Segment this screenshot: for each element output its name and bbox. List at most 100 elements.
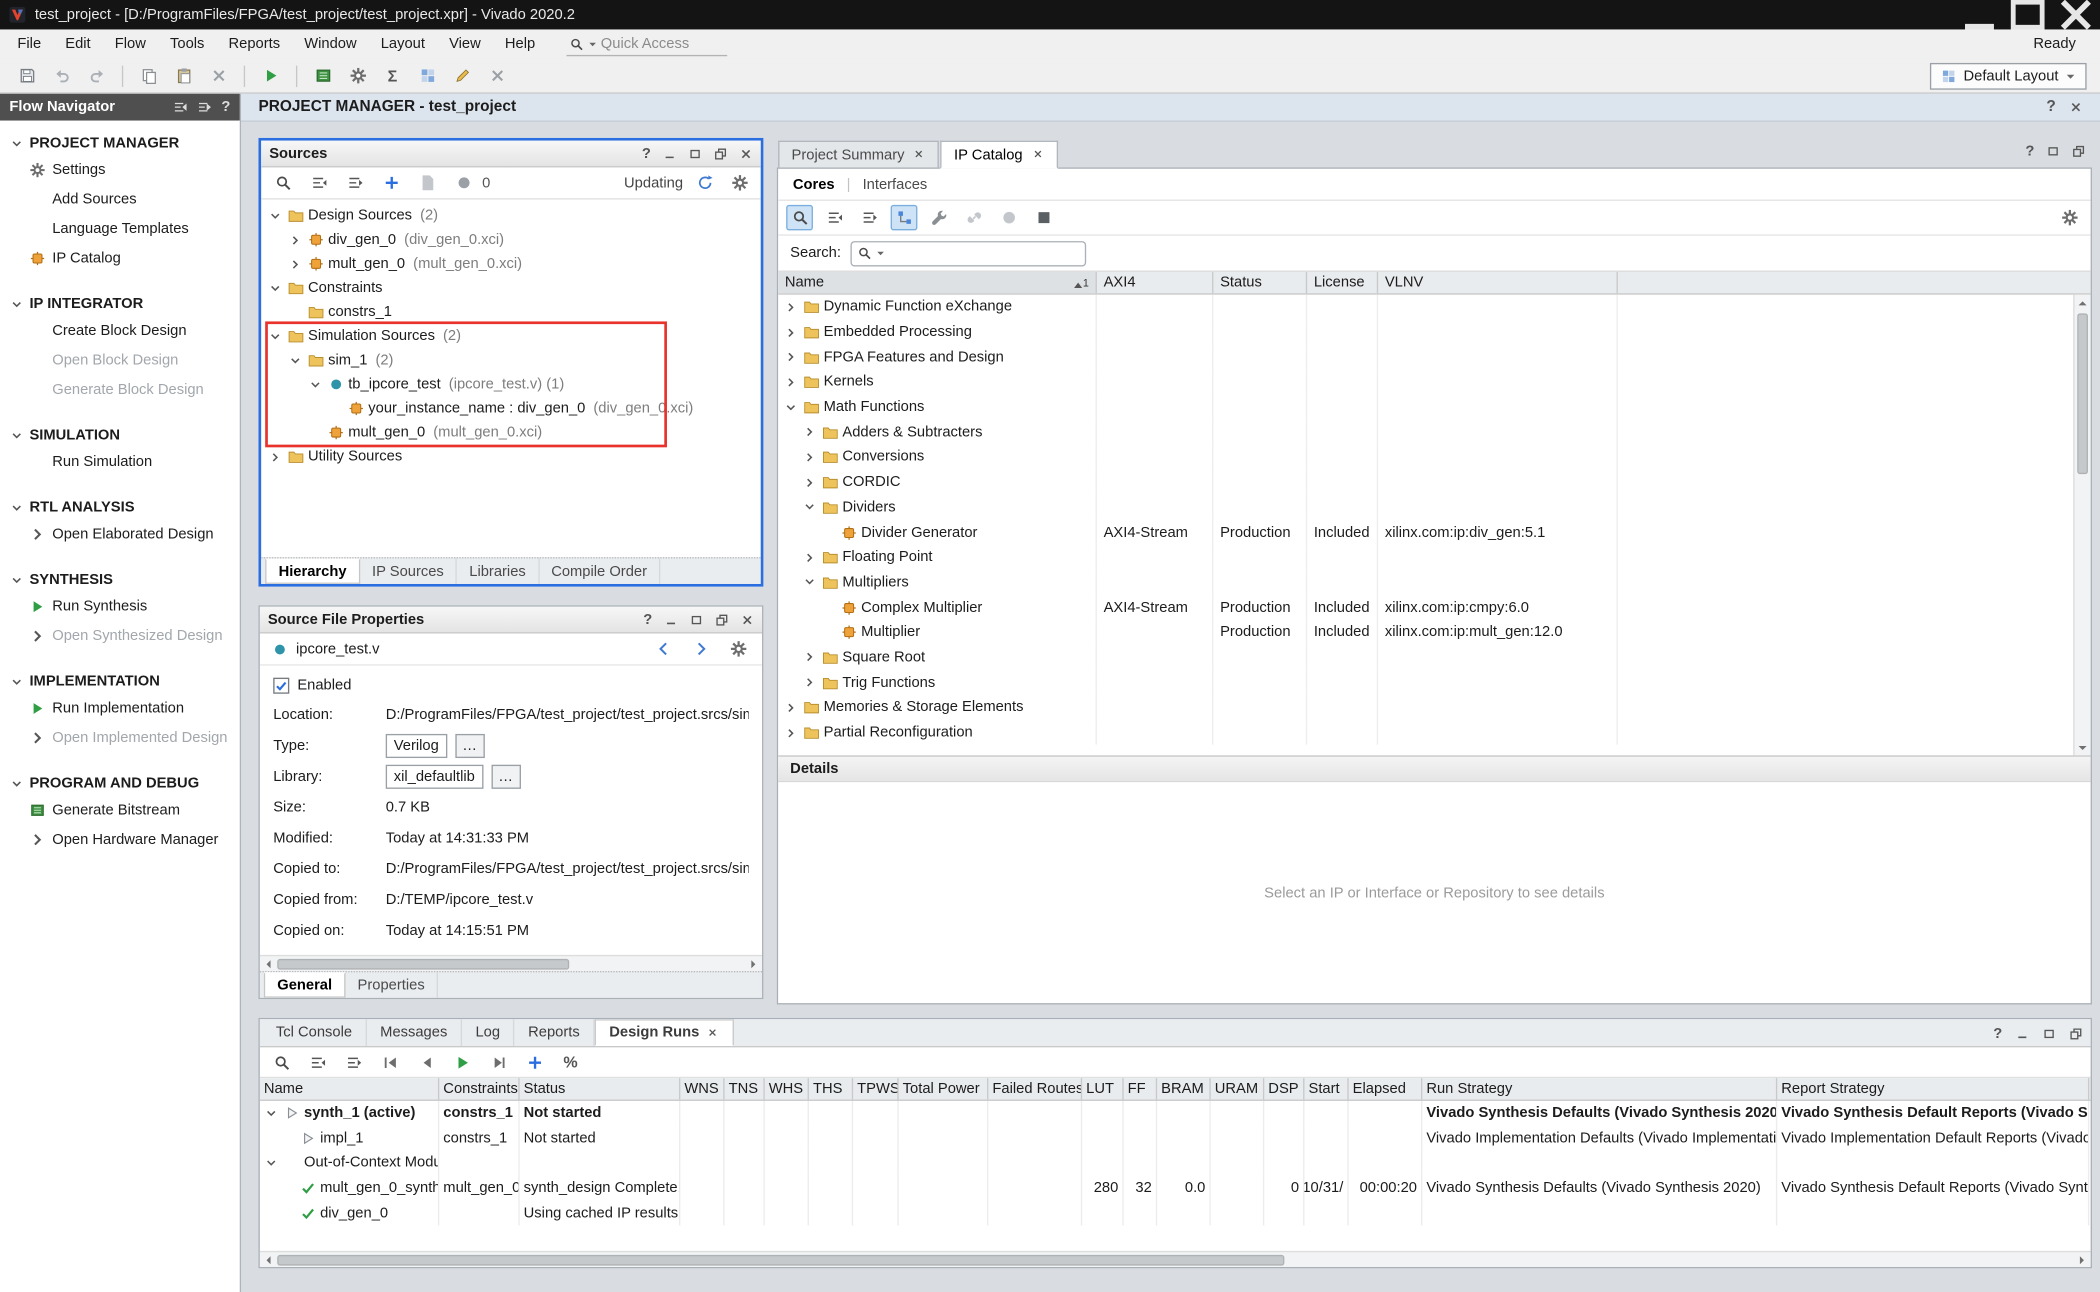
maximize-icon[interactable] (688, 147, 701, 160)
vertical-scrollbar[interactable] (2073, 295, 2090, 756)
catalog-row-conversions[interactable]: Conversions (778, 445, 2073, 470)
chevron-down-icon[interactable] (308, 377, 323, 392)
property-input[interactable]: Verilog (386, 733, 447, 757)
minimize-icon[interactable] (663, 147, 676, 160)
chevron-down-icon[interactable] (268, 208, 283, 223)
column-header-axi4[interactable]: AXI4 (1097, 272, 1214, 293)
float-icon[interactable] (715, 613, 728, 626)
percent-icon[interactable]: % (557, 1049, 584, 1074)
chevron-right-icon[interactable] (288, 232, 303, 247)
tree-item-design-sources[interactable]: Design Sources(2) (261, 204, 761, 228)
sum-icon[interactable]: Σ (379, 63, 406, 88)
subtab-interfaces[interactable]: Interfaces (863, 176, 928, 192)
scrollbar-thumb[interactable] (2077, 313, 2088, 474)
settings-gear-icon[interactable] (2056, 205, 2083, 230)
column-header-start[interactable]: Start (1304, 1078, 1348, 1099)
flow-nav-item-language-templates[interactable]: Language Templates (0, 214, 240, 243)
scrollbar-thumb[interactable] (277, 958, 568, 969)
collapse-all-icon[interactable] (305, 170, 332, 195)
help-icon[interactable]: ? (642, 145, 651, 161)
column-header-status[interactable]: Status (1213, 272, 1307, 293)
flow-nav-item-settings[interactable]: Settings (0, 155, 240, 184)
flow-nav-section-header[interactable]: PROJECT MANAGER (0, 131, 240, 155)
float-icon[interactable] (714, 147, 727, 160)
quick-access-search[interactable]: Quick Access (566, 33, 727, 56)
catalog-row-partial-reconfiguration[interactable]: Partial Reconfiguration (778, 720, 2073, 745)
edit-icon[interactable] (449, 63, 476, 88)
tab-ip-catalog[interactable]: IP Catalog (941, 141, 1058, 169)
paste-icon[interactable] (170, 63, 197, 88)
tree-item-mult-gen-0[interactable]: mult_gen_0(mult_gen_0.xci) (261, 252, 761, 276)
stop-icon[interactable] (1030, 205, 1057, 230)
chevron-down-icon[interactable] (783, 400, 798, 415)
settings-gear-icon[interactable] (725, 636, 752, 661)
help-icon[interactable]: ? (221, 99, 230, 115)
expand-all-icon[interactable] (342, 170, 369, 195)
catalog-row-complex-multiplier[interactable]: Complex MultiplierAXI4-StreamProductionI… (778, 595, 2073, 620)
maximize-icon[interactable] (690, 613, 703, 626)
scroll-left-icon[interactable] (260, 956, 277, 972)
flow-nav-section-header[interactable]: IMPLEMENTATION (0, 670, 240, 694)
minimize-button[interactable] (1955, 0, 2003, 29)
collapse-all-icon[interactable] (821, 205, 848, 230)
save-icon[interactable] (13, 63, 40, 88)
run-row-out-of-context-module-runs[interactable]: Out-of-Context Module Runs (260, 1151, 2091, 1176)
column-header-elapsed[interactable]: Elapsed (1349, 1078, 1423, 1099)
column-header-name[interactable]: Name (260, 1078, 439, 1099)
tab-project-summary[interactable]: Project Summary (778, 141, 939, 169)
catalog-row-cordic[interactable]: CORDIC (778, 470, 2073, 495)
help-icon[interactable]: ? (2046, 99, 2055, 115)
flow-nav-item-open-synthesized-design[interactable]: Open Synthesized Design (0, 621, 240, 650)
catalog-row-dividers[interactable]: Dividers (778, 495, 2073, 520)
tab-compile-order[interactable]: Compile Order (539, 558, 660, 583)
tree-item-div-gen-0[interactable]: div_gen_0(div_gen_0.xci) (261, 228, 761, 252)
close-icon[interactable] (741, 613, 754, 626)
cancel-icon[interactable] (483, 63, 510, 88)
column-header-report-strategy[interactable]: Report Strategy (1777, 1078, 2089, 1099)
help-icon[interactable]: ? (643, 611, 652, 627)
step-back-icon[interactable] (413, 1049, 440, 1074)
search-icon[interactable] (269, 170, 296, 195)
tab-properties[interactable]: Properties (345, 972, 438, 997)
enabled-checkbox[interactable] (273, 677, 289, 693)
close-icon[interactable] (2069, 100, 2082, 113)
add-sources-icon[interactable] (378, 170, 405, 195)
chevron-down-icon[interactable] (264, 1156, 279, 1171)
menu-layout[interactable]: Layout (369, 29, 437, 58)
catalog-row-kernels[interactable]: Kernels (778, 370, 2073, 395)
tab-tcl-console[interactable]: Tcl Console (263, 1019, 367, 1046)
run-row-div-gen-0[interactable]: div_gen_0Using cached IP results (260, 1201, 2091, 1226)
flow-nav-section-header[interactable]: PROGRAM AND DEBUG (0, 771, 240, 795)
chevron-right-icon[interactable] (783, 325, 798, 340)
copy-icon[interactable] (135, 63, 162, 88)
menu-reports[interactable]: Reports (216, 29, 292, 58)
scroll-down-icon[interactable] (2074, 739, 2091, 755)
scrollbar-thumb[interactable] (277, 1254, 1284, 1265)
column-header-failed-routes[interactable]: Failed Routes (988, 1078, 1082, 1099)
property-input[interactable]: xil_defaultlib (386, 764, 483, 788)
help-icon[interactable]: ? (1993, 1025, 2002, 1041)
skip-to-start-icon[interactable] (376, 1049, 403, 1074)
tab-design-runs[interactable]: Design Runs (594, 1019, 734, 1046)
scroll-up-icon[interactable] (2074, 295, 2091, 311)
run-row-synth-1-active[interactable]: synth_1 (active)constrs_1Not startedViva… (260, 1101, 2091, 1126)
tab-hierarchy[interactable]: Hierarchy (265, 558, 360, 583)
flow-nav-section-header[interactable]: IP INTEGRATOR (0, 292, 240, 316)
catalog-search-input[interactable] (850, 240, 1086, 265)
tree-item-your-instance-name-div-gen-0[interactable]: your_instance_name : div_gen_0(div_gen_0… (261, 396, 761, 420)
chevron-down-icon[interactable] (268, 281, 283, 296)
menu-tools[interactable]: Tools (158, 29, 217, 58)
column-header-license[interactable]: License (1307, 272, 1378, 293)
flow-nav-item-open-implemented-design[interactable]: Open Implemented Design (0, 723, 240, 752)
column-header-uram[interactable]: URAM (1211, 1078, 1265, 1099)
customize-icon[interactable] (925, 205, 952, 230)
catalog-row-floating-point[interactable]: Floating Point (778, 545, 2073, 570)
tab-messages[interactable]: Messages (367, 1019, 462, 1046)
column-header-ths[interactable]: THS (809, 1078, 853, 1099)
close-icon[interactable] (739, 147, 752, 160)
tree-item-simulation-sources[interactable]: Simulation Sources(2) (261, 324, 761, 348)
catalog-row-embedded-processing[interactable]: Embedded Processing (778, 320, 2073, 345)
undo-icon[interactable] (48, 63, 75, 88)
group-by-category-icon[interactable] (891, 205, 918, 230)
tab-reports[interactable]: Reports (515, 1019, 595, 1046)
